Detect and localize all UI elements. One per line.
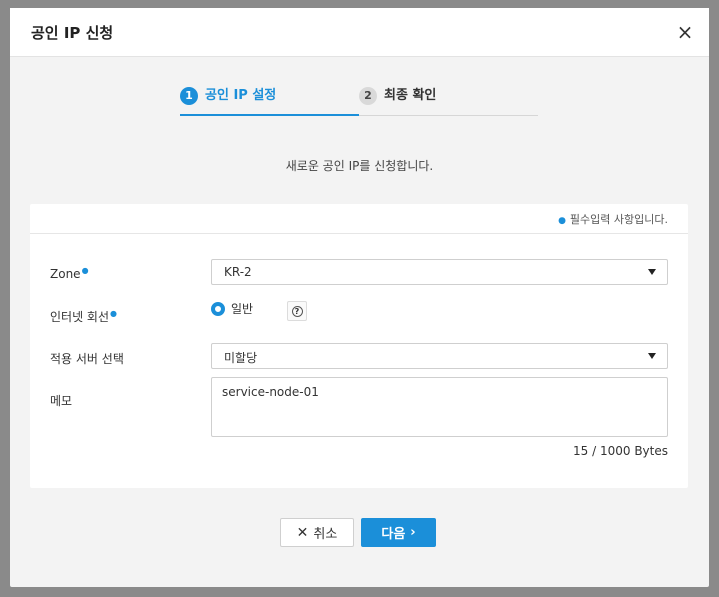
form-card-header: ● 필수입력 사항입니다.: [30, 204, 688, 234]
required-dot-icon: ●: [110, 309, 117, 318]
radio-label: 일반: [231, 302, 254, 316]
cancel-button-label: 취소: [313, 527, 338, 542]
zone-label: Zone●: [50, 266, 89, 281]
memo-label: 메모: [50, 394, 73, 408]
server-label: 적용 서버 선택: [50, 352, 124, 366]
intro-text: 새로운 공인 IP를 신청합니다.: [285, 159, 434, 173]
next-button-label: 다음: [381, 527, 406, 542]
dialog-header: 공인 IP 신청 ×: [10, 8, 709, 57]
step-label: 공인 IP 설정: [205, 88, 277, 103]
zone-select-value: KR-2: [224, 265, 252, 279]
stepper: 1 공인 IP 설정 2 최종 확인: [180, 84, 538, 116]
help-button[interactable]: ?: [287, 301, 307, 321]
apply-public-ip-dialog: 공인 IP 신청 × 1 공인 IP 설정 2 최종 확인 새로운 공인 IP를…: [10, 8, 709, 587]
close-icon: ✕: [296, 524, 309, 541]
required-note-text: 필수입력 사항입니다.: [569, 213, 668, 226]
chevron-down-icon: [648, 269, 656, 275]
chevron-right-icon: ›: [410, 525, 416, 540]
form-card: ● 필수입력 사항입니다. Zone● KR-2 인터넷 회선● 일반 ? 적용 …: [30, 204, 688, 488]
question-icon: ?: [291, 305, 303, 317]
zone-select[interactable]: KR-2: [211, 259, 668, 285]
close-icon[interactable]: ×: [675, 22, 695, 42]
server-select-value: 미할당: [224, 351, 258, 365]
dialog-title: 공인 IP 신청: [31, 24, 114, 42]
server-select[interactable]: 미할당: [211, 343, 668, 369]
memo-byte-count: 15 / 1000 Bytes: [573, 444, 668, 458]
step-number: 1: [180, 87, 198, 105]
chevron-down-icon: [648, 353, 656, 359]
required-note: ● 필수입력 사항입니다.: [558, 211, 668, 227]
required-dot-icon: ●: [81, 266, 89, 275]
required-dot-icon: ●: [558, 216, 566, 226]
step-public-ip-settings: 1 공인 IP 설정: [180, 84, 359, 116]
internet-line-radio-general[interactable]: 일반: [211, 300, 253, 317]
internet-line-label: 인터넷 회선●: [50, 308, 117, 325]
next-button[interactable]: 다음 ›: [361, 518, 436, 547]
memo-textarea[interactable]: service-node-01: [211, 377, 668, 437]
step-final-confirm: 2 최종 확인: [359, 84, 538, 116]
internet-line-label-text: 인터넷 회선: [50, 310, 110, 324]
cancel-button[interactable]: ✕ 취소: [280, 518, 354, 547]
radio-selected-icon: [211, 301, 225, 316]
step-label: 최종 확인: [384, 88, 437, 103]
zone-label-text: Zone: [50, 267, 81, 281]
step-number: 2: [359, 87, 377, 105]
